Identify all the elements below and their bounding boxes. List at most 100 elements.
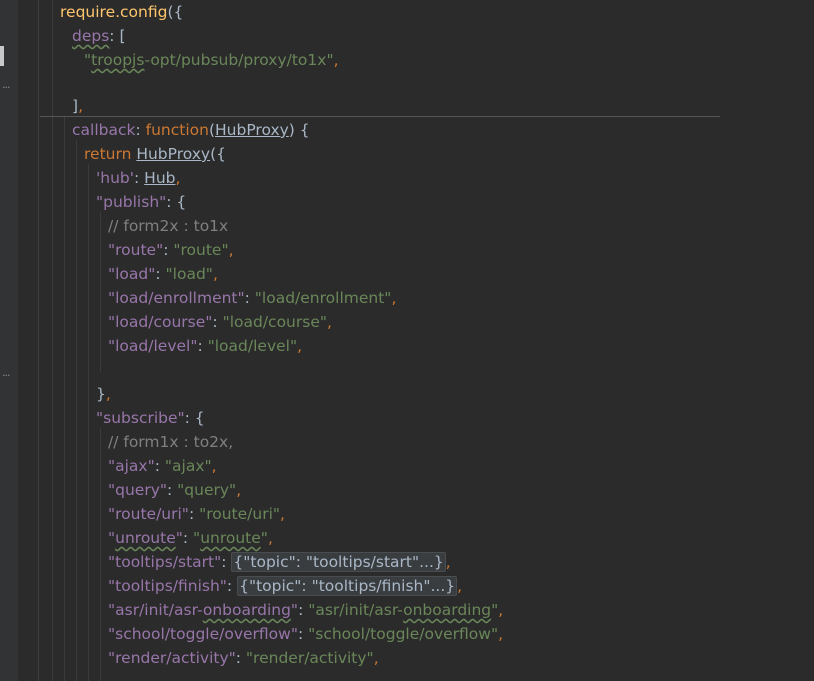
- code-token: 'hub': [96, 169, 135, 187]
- code-line[interactable]: "load/enrollment": "load/enrollment",: [108, 286, 396, 310]
- code-token: ,: [391, 289, 397, 307]
- code-line[interactable]: "asr/init/asr-onboarding": "asr/init/asr…: [108, 598, 503, 622]
- code-token: deps: [72, 27, 110, 45]
- code-token: ,: [236, 481, 242, 499]
- code-token: ,: [211, 457, 217, 475]
- code-token: ,: [373, 649, 379, 667]
- code-token: unroute: [200, 529, 261, 547]
- code-token: ,: [498, 601, 504, 619]
- code-token: ({: [210, 145, 227, 163]
- code-token: "load/course": [222, 313, 327, 331]
- code-line[interactable]: "load": "load",: [108, 262, 218, 286]
- code-token: require.config: [60, 3, 168, 21]
- code-token: "school/toggle/overflow": [308, 625, 499, 643]
- code-line[interactable]: ],: [72, 94, 83, 118]
- indent-guide: [100, 212, 101, 372]
- code-token: "route/uri": [108, 505, 189, 523]
- code-token: "school/toggle/overflow": [108, 625, 298, 643]
- code-token: // form1x : to2x,: [108, 433, 234, 451]
- code-token: "ajax": [164, 457, 212, 475]
- code-line[interactable]: 'hub': Hub,: [96, 166, 180, 190]
- code-line[interactable]: deps: [: [72, 24, 126, 48]
- code-token: ,: [445, 553, 451, 571]
- code-token: :: [244, 289, 255, 307]
- code-token: onboarding: [403, 601, 492, 619]
- code-token: "ajax": [108, 457, 155, 475]
- code-token: troopjs: [91, 51, 145, 69]
- code-token: "load/enrollment": [108, 289, 245, 307]
- code-token: ,: [457, 577, 463, 595]
- fold-marker-icon[interactable]: ...: [2, 79, 18, 90]
- code-line[interactable]: callback: function(HubProxy) {: [72, 118, 310, 142]
- code-line[interactable]: "school/toggle/overflow": "school/toggle…: [108, 622, 503, 646]
- code-token: return: [84, 145, 137, 163]
- code-line[interactable]: // form1x : to2x,: [108, 430, 233, 454]
- code-line[interactable]: "unroute": "unroute",: [108, 526, 273, 550]
- fold-marker-icon[interactable]: ...: [2, 367, 18, 378]
- code-line[interactable]: return HubProxy({: [84, 142, 226, 166]
- code-token: :: [155, 265, 166, 283]
- code-token: onboarding: [202, 601, 291, 619]
- code-token: "load/level": [108, 337, 198, 355]
- code-token: ,: [228, 241, 234, 259]
- code-token: ,: [105, 385, 111, 403]
- code-line[interactable]: require.config({: [60, 0, 183, 24]
- code-line[interactable]: "query": "query",: [108, 478, 241, 502]
- code-token: "render/activity": [245, 649, 374, 667]
- code-token: }: [96, 385, 106, 403]
- code-token: :: [197, 337, 208, 355]
- code-line[interactable]: "render/activity": "render/activity",: [108, 646, 379, 670]
- folded-region[interactable]: {"topic": "tooltips/start"...}: [231, 552, 446, 572]
- code-token: "route": [108, 241, 164, 259]
- code-token: "load/enrollment": [254, 289, 392, 307]
- code-line[interactable]: // form2x : to1x: [108, 214, 228, 238]
- code-token: ,: [297, 337, 303, 355]
- code-token: :: [221, 553, 232, 571]
- code-line[interactable]: "load/level": "load/level",: [108, 334, 302, 358]
- code-token: : {: [166, 193, 187, 211]
- code-token: "render/activity": [108, 649, 236, 667]
- code-line[interactable]: },: [96, 382, 111, 406]
- gutter-separator: [38, 0, 39, 681]
- code-token: // form2x : to1x: [108, 217, 229, 235]
- code-token: callback: [72, 121, 136, 139]
- code-token: ({: [167, 3, 184, 21]
- code-token: :: [167, 481, 178, 499]
- code-token: :: [154, 457, 165, 475]
- code-token: unroute: [115, 529, 176, 547]
- code-token: ,: [498, 625, 504, 643]
- code-line[interactable]: "route": "route",: [108, 238, 234, 262]
- editor-gutter: [0, 0, 18, 681]
- code-line[interactable]: "publish": {: [96, 190, 186, 214]
- code-line[interactable]: "tooltips/finish": {"topic": "tooltips/f…: [108, 574, 462, 598]
- code-line[interactable]: "subscribe": {: [96, 406, 205, 430]
- code-token: "publish": [96, 193, 167, 211]
- code-token: :: [298, 601, 309, 619]
- code-token: ,: [78, 97, 83, 115]
- code-token: :: [188, 505, 200, 523]
- code-token: "query": [108, 481, 168, 499]
- code-token: "load/level": [207, 337, 298, 355]
- text-caret: [0, 46, 4, 66]
- indent-guide: [76, 140, 77, 681]
- code-line[interactable]: "load/course": "load/course",: [108, 310, 332, 334]
- code-token: ) {: [288, 121, 310, 139]
- code-line[interactable]: "route/uri": "route/uri",: [108, 502, 285, 526]
- code-token: ,: [327, 313, 332, 331]
- code-line[interactable]: "tooltips/start": {"topic": "tooltips/st…: [108, 550, 451, 574]
- code-token: :: [226, 577, 238, 595]
- code-token: "asr/init/asr-: [308, 601, 404, 619]
- code-token: ,: [280, 505, 285, 523]
- indent-guide: [64, 116, 65, 681]
- folded-region[interactable]: {"topic": "tooltips/finish"...}: [237, 576, 458, 596]
- code-token: : {: [184, 409, 205, 427]
- code-token: :: [235, 649, 246, 667]
- code-line[interactable]: "ajax": "ajax",: [108, 454, 217, 478]
- code-line[interactable]: "troopjs-opt/pubsub/proxy/to1x",: [84, 48, 339, 72]
- indent-guide: [100, 428, 101, 681]
- method-separator-line: [40, 116, 720, 117]
- code-token: "route": [173, 241, 229, 259]
- code-token: :: [163, 241, 174, 259]
- code-token: ,: [333, 51, 339, 69]
- code-token: "load/course": [108, 313, 213, 331]
